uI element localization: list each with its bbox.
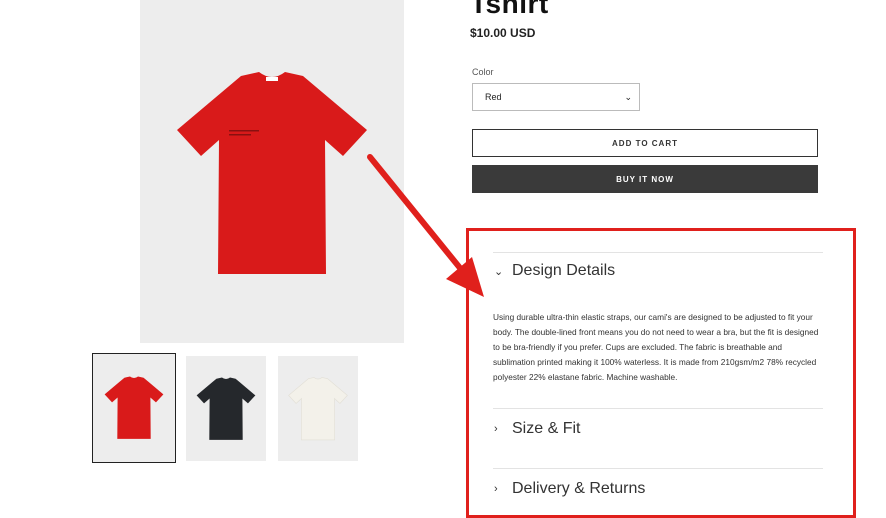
annotation-arrow-icon bbox=[367, 154, 484, 297]
